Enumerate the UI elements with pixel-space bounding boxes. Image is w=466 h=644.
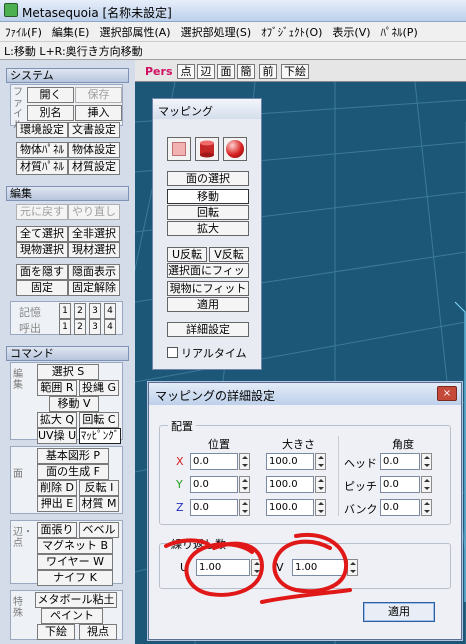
- red-annotation-scribbles: [164, 532, 352, 604]
